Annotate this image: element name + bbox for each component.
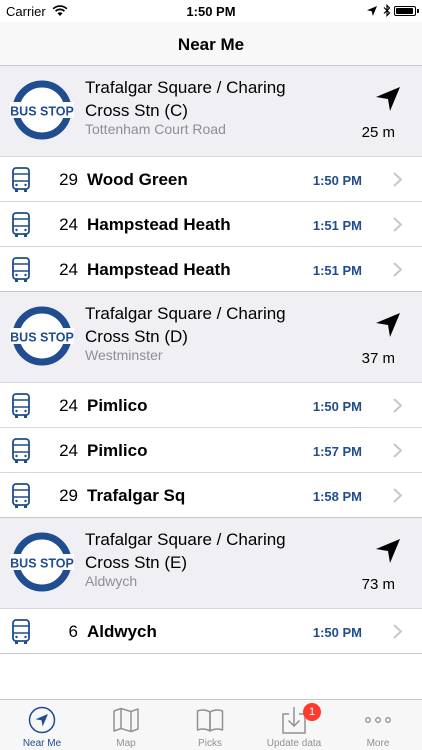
route-number: 6 — [68, 622, 78, 641]
departure-time: 1:50 PM — [312, 399, 362, 414]
departure-row[interactable]: 29 Wood Green 1:50 PM — [0, 157, 422, 202]
tab-label: Near Me — [22, 738, 62, 749]
bus-icon — [12, 483, 30, 508]
departure-time: 1:51 PM — [312, 218, 362, 233]
departure-row[interactable]: 24 Hampstead Heath 1:51 PM — [0, 202, 422, 247]
near-me-list[interactable]: BUS STOP Trafalgar Square / Charing Cros… — [0, 66, 422, 699]
update-badge: 1 — [303, 703, 321, 721]
bus-icon — [12, 167, 30, 192]
map-icon — [113, 707, 139, 733]
departure-time: 1:58 PM — [312, 489, 362, 504]
bus-icon — [12, 619, 30, 644]
departure-row[interactable]: 29 Trafalgar Sq 1:58 PM — [0, 473, 422, 518]
destination: Hampstead Heath — [87, 215, 231, 234]
chevron-right-icon — [393, 624, 402, 639]
tab-label: Map — [116, 738, 136, 749]
departure-row[interactable]: 24 Pimlico 1:57 PM — [0, 428, 422, 473]
tab-bar: Near Me Map Picks 1 Update data More — [0, 699, 422, 750]
stop-name: Trafalgar Square / Charing Cross Stn (C) — [85, 78, 286, 120]
chevron-right-icon — [393, 488, 402, 503]
route-number: 24 — [59, 260, 78, 279]
tab-label: Picks — [198, 738, 222, 749]
bus-stop-logo-icon: BUS STOP — [10, 532, 74, 592]
direction-arrow-icon — [376, 87, 400, 111]
status-bar: Carrier 1:50 PM — [0, 0, 422, 22]
destination: Hampstead Heath — [87, 260, 231, 279]
direction-arrow-icon — [376, 313, 400, 337]
book-icon — [196, 709, 224, 732]
stop-section: BUS STOP Trafalgar Square / Charing Cros… — [0, 292, 422, 518]
destination: Pimlico — [87, 441, 148, 460]
battery-icon — [394, 6, 419, 16]
direction-arrow-icon — [376, 539, 400, 563]
tab-label: Update data — [266, 738, 322, 749]
route-number: 29 — [59, 486, 78, 505]
departure-time: 1:50 PM — [312, 625, 362, 640]
bus-stop-logo-icon: BUS STOP — [10, 80, 74, 140]
tab-label: More — [366, 738, 390, 749]
tab-more[interactable]: More — [336, 700, 420, 750]
stop-name: Trafalgar Square / Charing Cross Stn (D) — [85, 304, 286, 346]
stop-section: BUS STOP Trafalgar Square / Charing Cros… — [0, 518, 422, 654]
stop-street: Westminster — [85, 347, 163, 363]
tab-update-data[interactable]: 1 Update data — [252, 700, 336, 750]
destination: Wood Green — [87, 170, 188, 189]
page-title: Near Me — [177, 35, 245, 54]
departure-time: 1:57 PM — [312, 444, 362, 459]
stop-header[interactable]: BUS STOP Trafalgar Square / Charing Cros… — [0, 66, 422, 157]
chevron-right-icon — [393, 262, 402, 277]
route-number: 29 — [59, 170, 78, 189]
bus-stop-logo-text: BUS STOP — [10, 105, 74, 119]
bus-stop-logo-text: BUS STOP — [10, 557, 74, 571]
bus-stop-logo-text: BUS STOP — [10, 331, 74, 345]
route-number: 24 — [59, 215, 78, 234]
stop-street: Tottenham Court Road — [85, 121, 226, 137]
bus-icon — [12, 212, 30, 237]
stop-distance: 37 m — [361, 350, 395, 367]
destination: Trafalgar Sq — [87, 486, 186, 505]
stop-street: Aldwych — [85, 573, 138, 589]
destination: Aldwych — [87, 622, 157, 641]
location-services-icon — [367, 6, 377, 16]
route-number: 24 — [59, 396, 78, 415]
stop-header[interactable]: BUS STOP Trafalgar Square / Charing Cros… — [0, 292, 422, 383]
navigation-bar: Near Me — [0, 22, 422, 66]
chevron-right-icon — [393, 398, 402, 413]
bus-icon — [12, 438, 30, 463]
chevron-right-icon — [393, 217, 402, 232]
stop-distance: 25 m — [361, 124, 395, 141]
route-number: 24 — [59, 441, 78, 460]
tab-map[interactable]: Map — [84, 700, 168, 750]
stop-name: Trafalgar Square / Charing Cross Stn (E) — [85, 530, 286, 572]
status-time: 1:50 PM — [186, 4, 236, 19]
stop-distance: 73 m — [361, 576, 395, 593]
chevron-right-icon — [393, 172, 402, 187]
bus-icon — [12, 257, 30, 282]
stop-header[interactable]: BUS STOP Trafalgar Square / Charing Cros… — [0, 518, 422, 609]
more-icon — [365, 717, 391, 723]
bus-stop-logo-icon: BUS STOP — [10, 306, 74, 366]
tab-picks[interactable]: Picks — [168, 700, 252, 750]
destination: Pimlico — [87, 396, 148, 415]
bus-icon — [12, 393, 30, 418]
departure-row[interactable]: 24 Pimlico 1:50 PM — [0, 383, 422, 428]
departure-time: 1:51 PM — [312, 263, 362, 278]
departure-time: 1:50 PM — [312, 173, 362, 188]
departure-row[interactable]: 6 Aldwych 1:50 PM — [0, 609, 422, 654]
stop-section: BUS STOP Trafalgar Square / Charing Cros… — [0, 66, 422, 292]
departure-row[interactable]: 24 Hampstead Heath 1:51 PM — [0, 247, 422, 292]
bluetooth-icon — [383, 4, 391, 17]
tab-near-me[interactable]: Near Me — [0, 700, 84, 750]
location-arrow-icon — [28, 706, 56, 734]
chevron-right-icon — [393, 443, 402, 458]
